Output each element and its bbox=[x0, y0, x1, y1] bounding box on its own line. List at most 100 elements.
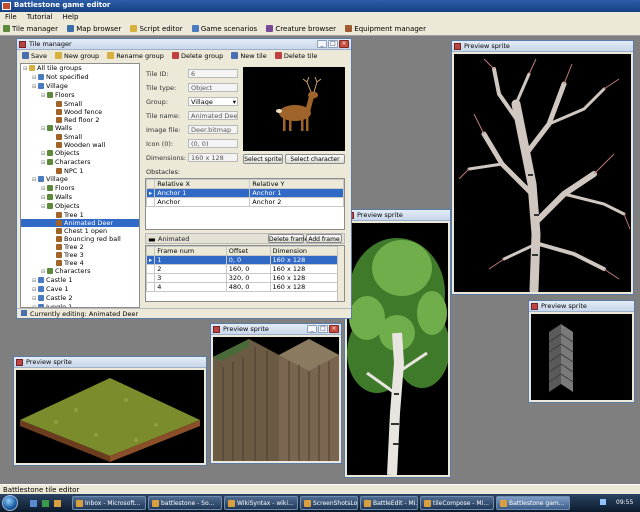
tree-item[interactable]: ⊟ Village bbox=[21, 82, 139, 91]
new-group-button[interactable]: New group bbox=[52, 52, 102, 60]
taskbar-item[interactable]: Inbox - Microsoft... bbox=[72, 496, 146, 510]
preview-titlebar[interactable]: Preview sprite _ □ × bbox=[211, 324, 341, 335]
tile-manager-button[interactable]: Tile manager bbox=[0, 23, 62, 35]
tree-item[interactable]: ⊟ Village bbox=[21, 175, 139, 184]
tree-item[interactable]: ⊟ Objects bbox=[21, 149, 139, 158]
tree-item[interactable]: ⊟ Characters bbox=[21, 267, 139, 276]
collapse-icon[interactable]: ▬ bbox=[148, 235, 156, 244]
group-select[interactable]: Village ▾ bbox=[188, 97, 238, 106]
tree-item[interactable]: Wooden wall bbox=[21, 141, 139, 149]
table-row[interactable]: 3 320, 0 160 x 128 bbox=[146, 273, 338, 283]
taskbar-item-active[interactable]: Battlestone gam... bbox=[496, 496, 570, 510]
tree-item[interactable]: ⊟ Castle 1 bbox=[21, 276, 139, 285]
preview-titlebar[interactable]: Preview sprite bbox=[345, 210, 450, 221]
tile-manager-titlebar[interactable]: Tile manager _ □ × bbox=[17, 39, 351, 50]
column-header[interactable]: Offset bbox=[225, 246, 271, 256]
obstacles-table[interactable]: Relative X Relative Y ▸ Anchor 1 Anchor 1 A… bbox=[145, 178, 345, 230]
table-row[interactable]: 2 160, 0 160 x 128 bbox=[146, 264, 338, 274]
tree-item[interactable]: ⊟ Floors bbox=[21, 91, 139, 100]
tree-item[interactable]: ⊟ Walls bbox=[21, 193, 139, 202]
tree-item[interactable]: ⊟ Floors bbox=[21, 184, 139, 193]
delete-frame-button[interactable]: Delete frame bbox=[268, 234, 308, 243]
taskbar-item[interactable]: WikiSyntax - wiki... bbox=[224, 496, 298, 510]
creature-browser-button[interactable]: Creature browser bbox=[263, 23, 340, 35]
tile-group-icon bbox=[56, 168, 62, 174]
browser-icon[interactable] bbox=[42, 500, 49, 507]
map-browser-button[interactable]: Map browser bbox=[64, 23, 125, 35]
column-header[interactable]: Relative X bbox=[154, 179, 251, 189]
maximize-button[interactable]: □ bbox=[328, 40, 338, 48]
tree-item[interactable]: Tree 1 bbox=[21, 211, 139, 219]
tree-item[interactable]: Tree 3 bbox=[21, 251, 139, 259]
select-character-button[interactable]: Select character bbox=[285, 154, 345, 164]
tree-item[interactable]: ⊟ Objects bbox=[21, 202, 139, 211]
folder-icon[interactable] bbox=[54, 500, 61, 507]
system-tray: 09:55 bbox=[596, 494, 640, 512]
tree-item[interactable]: Bouncing red ball bbox=[21, 235, 139, 243]
script-editor-button[interactable]: Script editor bbox=[127, 23, 186, 35]
minimize-button[interactable]: _ bbox=[307, 325, 317, 333]
start-button[interactable] bbox=[2, 495, 18, 511]
taskbar-item[interactable]: ScreenShotsLo... bbox=[300, 496, 358, 510]
tree-item[interactable]: ⊟ Walls bbox=[21, 124, 139, 133]
tile-id-field[interactable]: 6 bbox=[188, 69, 238, 78]
close-button[interactable]: × bbox=[339, 40, 349, 48]
tree-item[interactable]: Tree 4 bbox=[21, 259, 139, 267]
tile-group-tree[interactable]: ⊟ All tile groups ⊟ Not specified ⊟ Village ⊟ F… bbox=[20, 63, 140, 308]
table-row[interactable]: Anchor Anchor 2 bbox=[145, 197, 344, 207]
tree-item[interactable]: Tree 2 bbox=[21, 243, 139, 251]
tree-item[interactable]: Chest 1 open bbox=[21, 227, 139, 235]
maximize-button[interactable]: □ bbox=[318, 325, 328, 333]
tree-item[interactable]: Red floor 2 bbox=[21, 116, 139, 124]
tree-item[interactable]: ⊟ Not specified bbox=[21, 73, 139, 82]
minimize-button[interactable]: _ bbox=[317, 40, 327, 48]
preview-titlebar[interactable]: Preview sprite bbox=[452, 41, 633, 52]
delete-tile-button[interactable]: Delete tile bbox=[272, 52, 321, 60]
icon-field[interactable]: (0, 0) bbox=[188, 139, 238, 148]
image-file-field[interactable]: Deer.bitmap bbox=[188, 125, 238, 134]
tile-group-icon bbox=[29, 65, 35, 71]
tree-item[interactable]: ⊟ Castle 2 bbox=[21, 294, 139, 303]
column-header[interactable]: Dimension bbox=[269, 246, 338, 256]
dimensions-field[interactable]: 160 x 128 bbox=[188, 153, 238, 162]
column-header[interactable]: Frame num bbox=[154, 246, 227, 256]
equipment-manager-button[interactable]: Equipment manager bbox=[342, 23, 430, 35]
new-group-icon bbox=[55, 52, 63, 59]
save-button[interactable]: Save bbox=[19, 52, 50, 60]
scrollbar[interactable] bbox=[337, 246, 344, 301]
tree-item[interactable]: ⊟ Characters bbox=[21, 158, 139, 167]
tree-item[interactable]: ⊟ Cave 1 bbox=[21, 285, 139, 294]
tree-item[interactable]: ⊟ All tile groups bbox=[21, 64, 139, 73]
taskbar-item[interactable]: tileCompose - Mi... bbox=[420, 496, 494, 510]
clock[interactable]: 09:55 bbox=[616, 499, 633, 506]
frames-table[interactable]: Frame num Offset Dimension ▸ 1 0, 0 160 x 128… bbox=[145, 245, 345, 302]
taskbar-item[interactable]: battlestone - So... bbox=[148, 496, 222, 510]
tree-item[interactable]: Small bbox=[21, 100, 139, 108]
game-scenarios-button[interactable]: Game scenarios bbox=[189, 23, 261, 35]
tile-type-field[interactable]: Object bbox=[188, 83, 238, 92]
select-sprite-button[interactable]: Select sprite bbox=[243, 154, 283, 164]
close-button[interactable]: × bbox=[329, 325, 339, 333]
column-header[interactable]: Relative Y bbox=[249, 179, 344, 189]
add-frame-button[interactable]: Add frame bbox=[306, 234, 342, 243]
tile-name-field[interactable]: Animated Deer bbox=[188, 111, 238, 120]
table-row[interactable]: ▸ 1 0, 0 160 x 128 bbox=[146, 255, 338, 265]
table-row[interactable]: ▸ Anchor 1 Anchor 1 bbox=[145, 188, 344, 198]
tree-item[interactable]: Small bbox=[21, 133, 139, 141]
tree-item[interactable]: NPC 1 bbox=[21, 167, 139, 175]
menu-file[interactable]: File bbox=[0, 12, 22, 22]
tree-item[interactable]: Animated Deer bbox=[21, 219, 139, 227]
preview-titlebar[interactable]: Preview sprite bbox=[14, 357, 206, 368]
table-row[interactable]: 4 480, 0 160 x 128 bbox=[146, 282, 338, 292]
taskbar-item[interactable]: BattleEdit - Mi... bbox=[360, 496, 418, 510]
show-desktop-icon[interactable] bbox=[30, 500, 37, 507]
menu-tutorial[interactable]: Tutorial bbox=[22, 12, 58, 22]
tree-item-label: Chest 1 open bbox=[64, 227, 108, 235]
network-icon[interactable] bbox=[600, 499, 606, 505]
rename-group-button[interactable]: Rename group bbox=[104, 52, 167, 60]
delete-group-button[interactable]: Delete group bbox=[169, 52, 226, 60]
menu-help[interactable]: Help bbox=[57, 12, 83, 22]
preview-titlebar[interactable]: Preview sprite bbox=[529, 301, 634, 312]
tree-item[interactable]: Wood fence bbox=[21, 108, 139, 116]
new-tile-button[interactable]: New tile bbox=[228, 52, 269, 60]
